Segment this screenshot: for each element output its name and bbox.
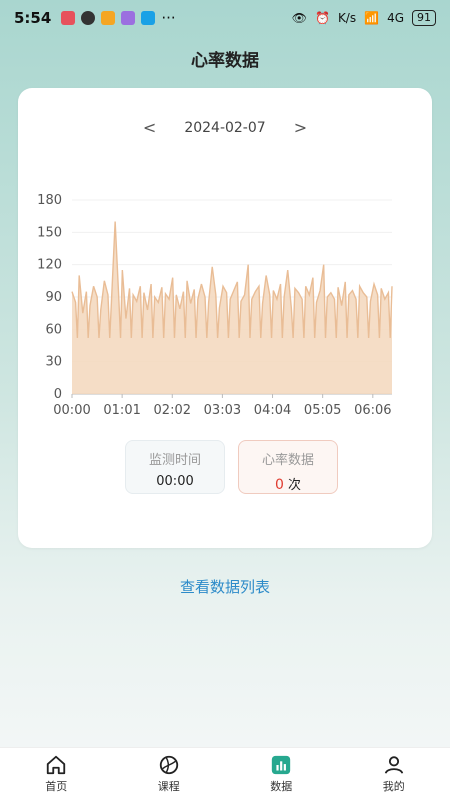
app-notification-icon <box>61 11 76 25</box>
user-icon <box>384 756 403 774</box>
more-icon: ··· <box>161 9 176 27</box>
heart-rate-value: 0 次 <box>239 474 337 493</box>
heart-rate-unit: 次 <box>288 478 302 493</box>
date-navigator: < 2024-02-07 > <box>18 118 432 137</box>
network-type: 4G <box>387 11 404 25</box>
x-tick-label: 03:03 <box>204 403 241 418</box>
heart-rate-chart: 0 30 60 90 120 150 180 00:00 01:01 02:02 03:03 04:0… <box>37 193 393 418</box>
wifi-icon: 📶 <box>364 11 380 25</box>
x-tick-label: 05:05 <box>304 403 341 418</box>
heart-rate-area <box>72 221 392 394</box>
y-tick-label: 0 <box>54 387 62 402</box>
tab-label: 首页 <box>45 780 68 793</box>
ball-icon <box>159 755 178 775</box>
y-tick-label: 90 <box>45 290 62 305</box>
browser-icon <box>141 11 156 25</box>
heart-rate-card: < 2024-02-07 > 0 30 60 90 120 150 180 00:00 01:0… <box>18 88 432 548</box>
x-tick-label: 00:00 <box>53 403 90 418</box>
page-title: 心率数据 <box>191 51 259 71</box>
next-date-button[interactable]: > <box>294 118 307 137</box>
tab-label: 数据 <box>270 780 293 793</box>
tab-label: 课程 <box>157 780 180 793</box>
battery-icon: 91 <box>412 10 436 26</box>
monitor-time-value: 00:00 <box>156 474 194 489</box>
heart-rate-number: 0 <box>274 477 284 493</box>
bottom-tab-bar: 首页 课程 数据 我的 <box>0 747 450 800</box>
tab-label: 我的 <box>382 780 405 793</box>
heart-rate-box[interactable]: 心率数据 0 次 <box>238 440 338 494</box>
eye-icon: 👁 <box>291 11 307 25</box>
y-tick-label: 30 <box>45 355 62 370</box>
tab-course[interactable]: 课程 <box>139 754 199 794</box>
y-tick-label: 180 <box>37 193 62 208</box>
x-tick-label: 06:06 <box>354 403 391 418</box>
x-tick-label: 02:02 <box>154 403 191 418</box>
status-bar: 5:54 ··· 👁 ⏰ K/s 📶 4G 91 <box>0 0 450 36</box>
x-tick-label: 04:04 <box>254 403 291 418</box>
prev-date-button[interactable]: < <box>143 118 156 137</box>
date-label: 2024-02-07 <box>184 119 266 136</box>
status-time: 5:54 <box>14 9 52 27</box>
monitor-time-label: 监测时间 <box>148 453 201 468</box>
y-tick-label: 150 <box>37 225 62 240</box>
view-data-list-link[interactable]: 查看数据列表 <box>0 576 450 597</box>
heart-rate-label: 心率数据 <box>261 453 314 468</box>
home-icon <box>47 755 66 775</box>
y-tick-label: 120 <box>37 258 62 273</box>
alarm-icon: ⏰ <box>314 11 330 25</box>
status-left: 5:54 ··· <box>14 9 176 27</box>
tab-me[interactable]: 我的 <box>364 754 424 794</box>
chart-icon <box>272 755 291 775</box>
mail-icon <box>101 11 116 25</box>
monitor-time-box[interactable]: 监测时间 00:00 <box>125 440 225 494</box>
penguin-icon <box>81 11 96 25</box>
x-tick-label: 01:01 <box>103 403 140 418</box>
tab-home[interactable]: 首页 <box>26 754 86 794</box>
status-right: 👁 ⏰ K/s 📶 4G 91 <box>292 10 436 26</box>
y-tick-label: 60 <box>45 322 62 337</box>
tab-data[interactable]: 数据 <box>251 754 311 794</box>
app-icon <box>121 11 136 25</box>
network-speed: K/s <box>337 11 357 25</box>
